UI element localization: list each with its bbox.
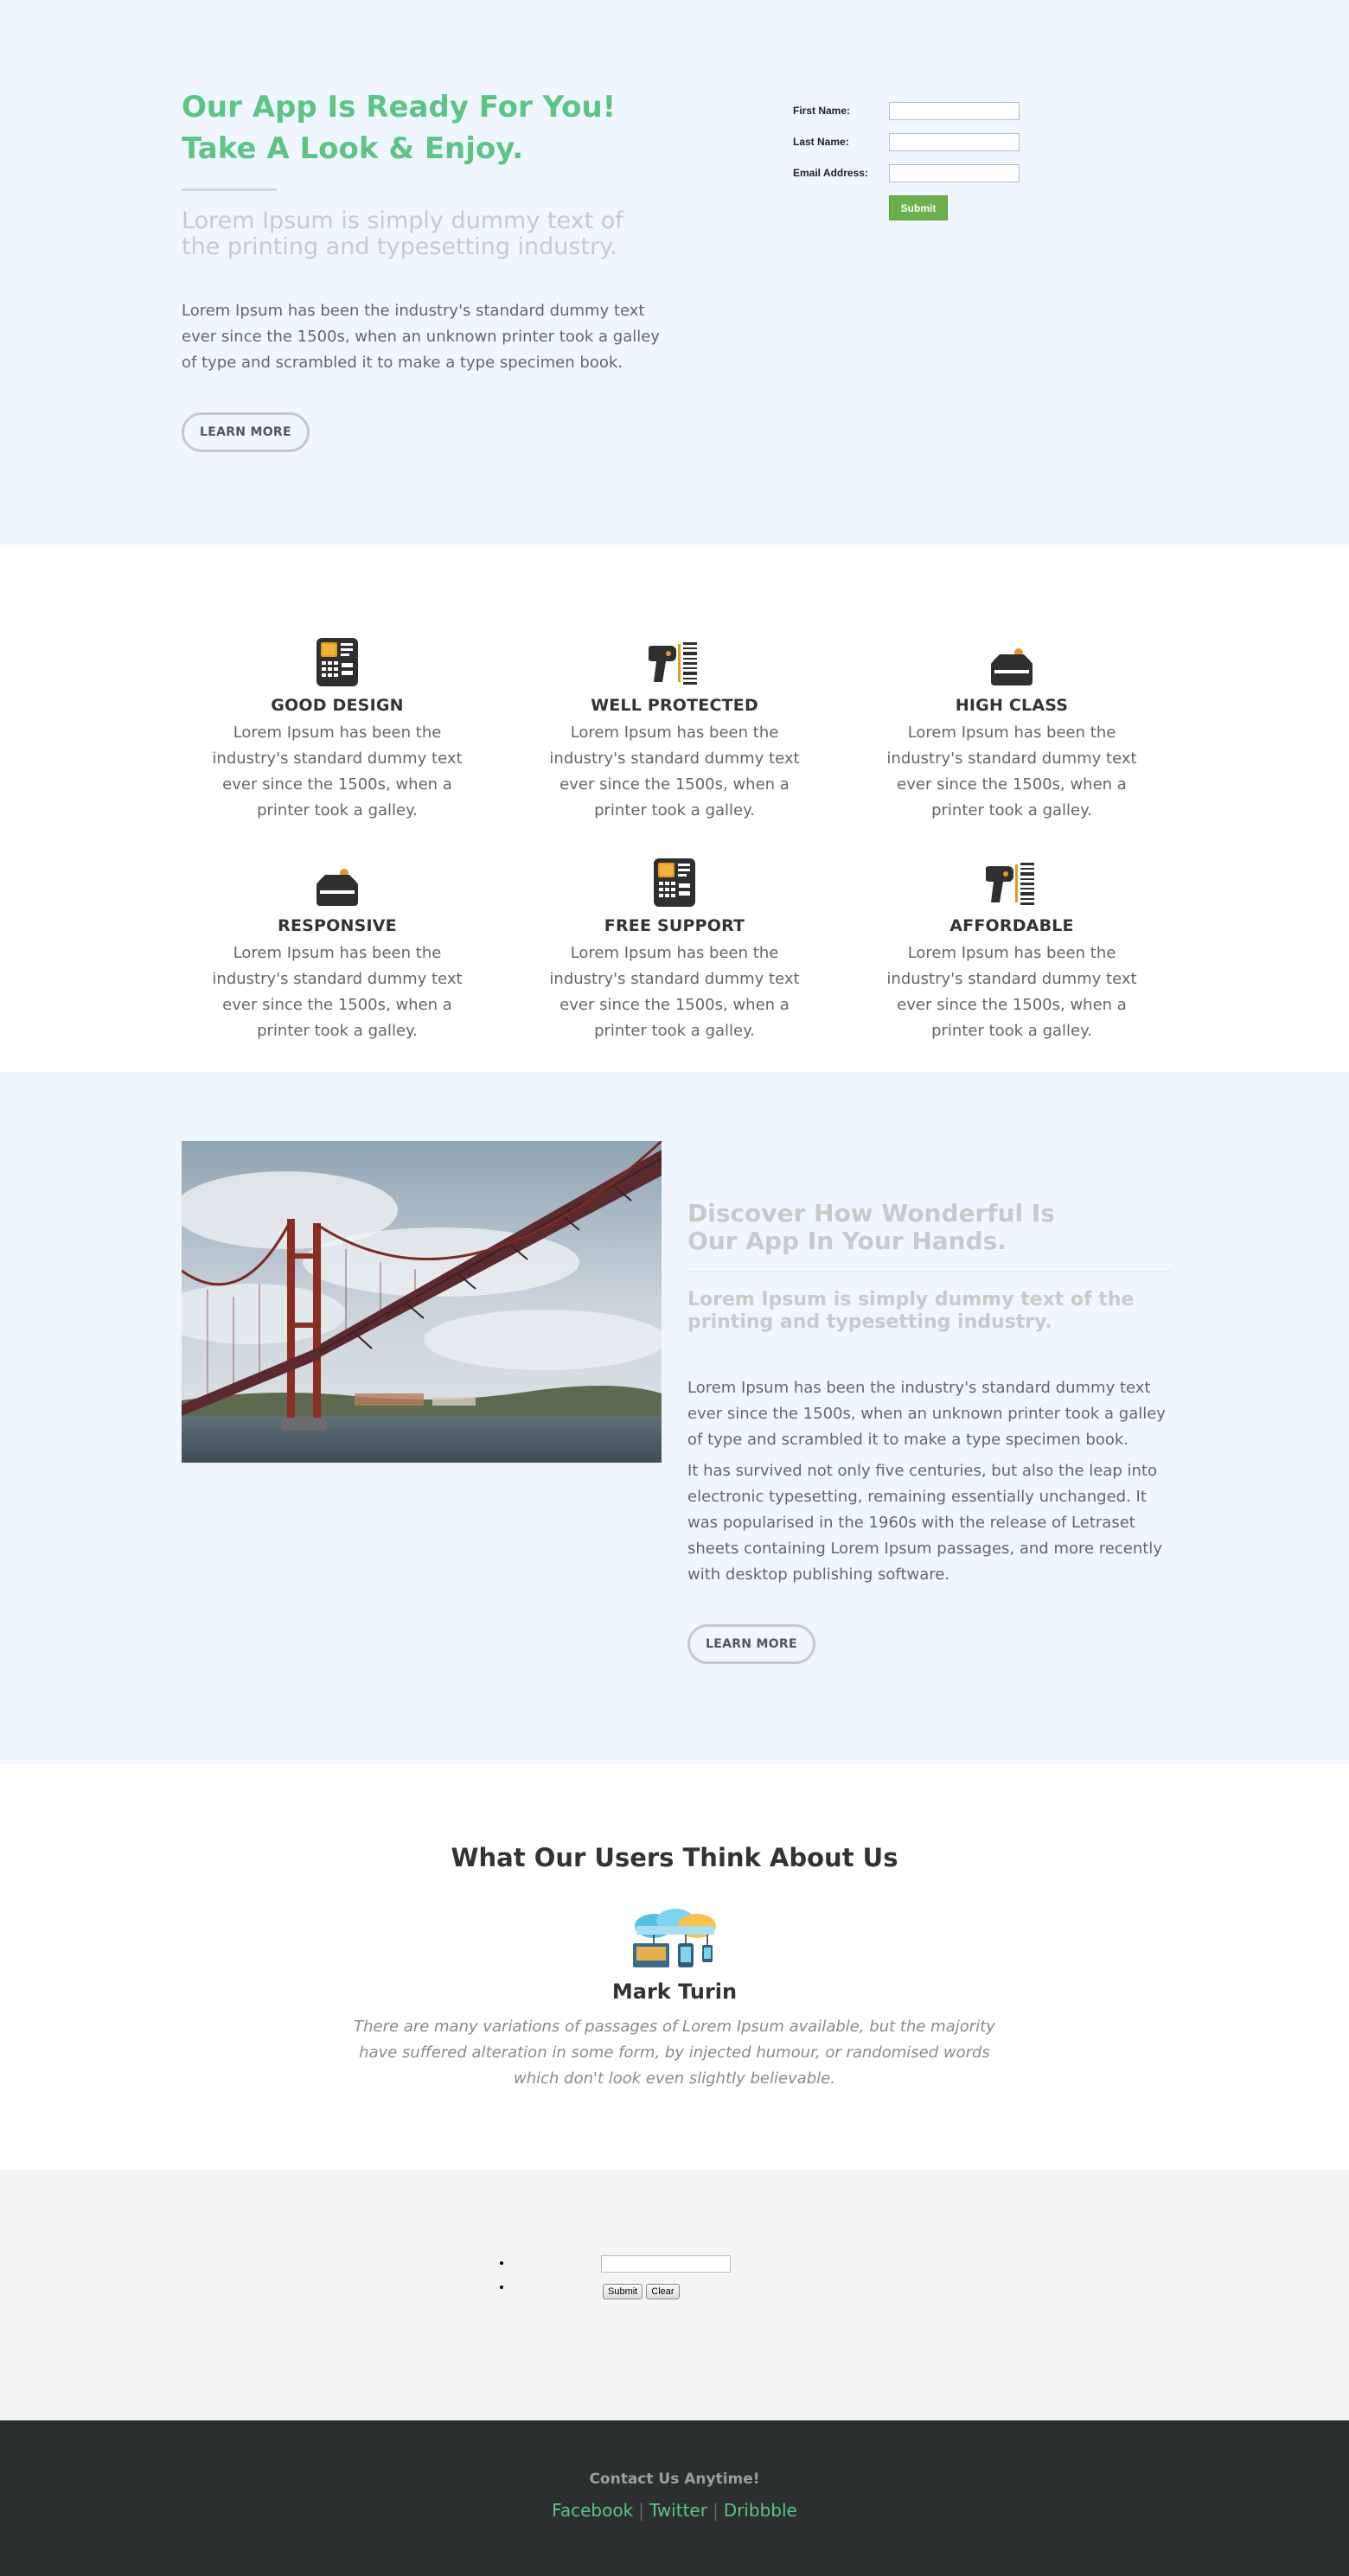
last-name-label: Last Name: (793, 136, 849, 148)
feature-title: FREE SUPPORT (604, 916, 745, 935)
features-section: GOOD DESIGN Lorem Ipsum has been the ind… (0, 545, 1349, 1072)
mini-submit-button[interactable]: Submit (603, 2284, 643, 2299)
hero-learn-more-button[interactable]: LEARN MORE (182, 412, 310, 452)
twitter-link[interactable]: Twitter (649, 2500, 707, 2521)
barcode-scanner-icon (986, 856, 1038, 908)
feature-title: AFFORDABLE (949, 916, 1074, 935)
feature-body: Lorem Ipsum has been the industry's stan… (549, 724, 800, 819)
card-reader-icon (311, 856, 363, 908)
discover-body-1: Lorem Ipsum has been the industry's stan… (687, 1379, 1166, 1449)
barcode-scanner-icon (649, 635, 700, 687)
discover-body-2: It has survived not only five centuries,… (687, 1462, 1162, 1584)
discover-learn-more-button[interactable]: LEARN MORE (687, 1624, 815, 1664)
hero-divider (182, 188, 277, 191)
cloud-devices-icon (628, 1909, 721, 1969)
discover-text: Discover How Wonderful Is Our App In You… (687, 1200, 1172, 1664)
discover-title-line2: Our App In Your Hands. (687, 1227, 1007, 1255)
footer: Contact Us Anytime! Facebook | Twitter | Dri… (0, 2420, 1349, 2576)
hero-title-line1: Our App Is Ready For You! (182, 90, 617, 124)
mini-form-input[interactable] (601, 2255, 731, 2273)
discover-subtitle: Lorem Ipsum is simply dummy text of the … (687, 1289, 1135, 1333)
email-input[interactable] (889, 163, 1020, 182)
hero-title: Our App Is Ready For You! Take A Look & … (182, 86, 666, 169)
email-label: Email Address: (793, 167, 868, 179)
feature-title: GOOD DESIGN (271, 696, 404, 715)
feature-body: Lorem Ipsum has been the industry's stan… (886, 944, 1137, 1040)
email-row: Email Address: (793, 157, 1020, 188)
feature-well-protected: WELL PROTECTED Lorem Ipsum has been the … (532, 635, 817, 824)
hero-body: Lorem Ipsum has been the industry's stan… (182, 302, 660, 372)
testimonial-heading: What Our Users Think About Us (451, 1843, 898, 1872)
feature-body: Lorem Ipsum has been the industry's stan… (212, 724, 463, 819)
facebook-link[interactable]: Facebook (552, 2500, 633, 2521)
discover-divider (687, 1271, 1172, 1272)
feature-body: Lorem Ipsum has been the industry's stan… (549, 944, 800, 1040)
hero-section: Our App Is Ready For You! Take A Look & … (0, 0, 1349, 545)
hero-title-line2: Take A Look & Enjoy. (182, 131, 524, 166)
mini-form-buttons: Submit Clear (603, 2284, 680, 2299)
feature-high-class: HIGH CLASS Lorem Ipsum has been the indu… (869, 635, 1154, 824)
dribbble-link[interactable]: Dribbble (724, 2500, 797, 2521)
feature-good-design: GOOD DESIGN Lorem Ipsum has been the ind… (195, 635, 480, 824)
discover-title-line1: Discover How Wonderful Is (687, 1199, 1055, 1227)
terminal-icon (649, 856, 700, 908)
first-name-label: First Name: (793, 105, 851, 117)
last-name-input[interactable] (889, 132, 1020, 151)
first-name-row: First Name: (793, 95, 1020, 126)
feature-title: RESPONSIVE (278, 916, 397, 935)
signup-submit-button[interactable]: Submit (889, 195, 948, 220)
feature-affordable: AFFORDABLE Lorem Ipsum has been the indu… (869, 856, 1154, 1044)
feature-title: WELL PROTECTED (591, 696, 758, 715)
hero-text: Our App Is Ready For You! Take A Look & … (182, 86, 666, 452)
footer-links: Facebook | Twitter | Dribbble (0, 2500, 1349, 2521)
card-reader-icon (986, 635, 1038, 687)
discover-section: Discover How Wonderful Is Our App In You… (0, 1072, 1349, 1763)
discover-title: Discover How Wonderful Is Our App In You… (687, 1200, 1172, 1255)
testimonial-name: Mark Turin (611, 1980, 738, 2004)
first-name-input[interactable] (889, 101, 1020, 120)
feature-body: Lorem Ipsum has been the industry's stan… (212, 944, 463, 1040)
footer-separator: | (638, 2500, 644, 2521)
terminal-icon (311, 635, 363, 687)
footer-title: Contact Us Anytime! (589, 2471, 760, 2488)
feature-body: Lorem Ipsum has been the industry's stan… (886, 724, 1137, 819)
testimonial-section: What Our Users Think About Us Mark Turin… (0, 1763, 1349, 2170)
feature-free-support: FREE SUPPORT Lorem Ipsum has been the in… (532, 856, 817, 1044)
bridge-photo (182, 1141, 662, 1463)
mini-clear-button[interactable]: Clear (646, 2284, 680, 2299)
footer-separator: | (712, 2500, 719, 2521)
signup-form: First Name: Last Name: Email Address: Su… (793, 95, 1020, 220)
feature-title: HIGH CLASS (955, 696, 1069, 715)
testimonial-quote: There are many variations of passages of… (354, 2018, 995, 2088)
last-name-row: Last Name: (793, 126, 1020, 157)
mini-form-section: Submit Clear (0, 2170, 1349, 2420)
hero-subtitle: Lorem Ipsum is simply dummy text of the … (182, 207, 623, 260)
feature-responsive: RESPONSIVE Lorem Ipsum has been the indu… (195, 856, 480, 1044)
